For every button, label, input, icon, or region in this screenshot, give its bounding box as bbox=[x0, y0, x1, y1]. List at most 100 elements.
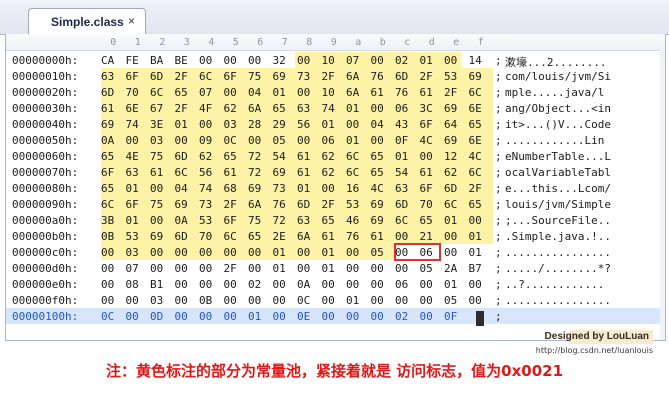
hex-byte[interactable]: 00 bbox=[371, 310, 396, 323]
hex-byte[interactable]: 6C bbox=[395, 214, 420, 227]
hex-byte[interactable]: 01 bbox=[444, 278, 469, 291]
close-icon[interactable]: × bbox=[128, 14, 135, 28]
hex-byte[interactable]: 28 bbox=[248, 118, 273, 131]
hex-byte[interactable]: 06 bbox=[420, 246, 445, 259]
hex-byte[interactable]: 2F bbox=[420, 70, 445, 83]
hex-editor[interactable]: 0123456789abcdef 00000000h: CA FE BA BE 00 00 0… bbox=[5, 34, 666, 355]
hex-byte[interactable]: 76 bbox=[371, 70, 396, 83]
hex-byte[interactable]: 00 bbox=[248, 294, 273, 307]
hex-byte[interactable]: 65 bbox=[175, 86, 200, 99]
hex-byte[interactable]: 6C bbox=[101, 198, 126, 211]
hex-byte[interactable]: 00 bbox=[371, 294, 396, 307]
hex-byte[interactable]: 00 bbox=[420, 278, 445, 291]
hex-byte[interactable]: 69 bbox=[273, 70, 298, 83]
hex-byte[interactable]: 61 bbox=[297, 166, 322, 179]
hex-byte[interactable]: 61 bbox=[150, 166, 175, 179]
hex-byte[interactable]: 00 bbox=[175, 278, 200, 291]
hex-byte[interactable]: 10 bbox=[322, 86, 347, 99]
hex-byte[interactable]: 00 bbox=[199, 118, 224, 131]
hex-byte[interactable]: 65 bbox=[469, 118, 494, 131]
hex-byte[interactable]: B1 bbox=[150, 278, 175, 291]
hex-byte[interactable]: 00 bbox=[346, 246, 371, 259]
hex-byte[interactable]: 00 bbox=[273, 310, 298, 323]
hex-byte[interactable]: 00 bbox=[224, 246, 249, 259]
hex-byte[interactable]: 65 bbox=[101, 182, 126, 195]
hex-byte[interactable]: 00 bbox=[395, 294, 420, 307]
hex-byte[interactable]: 61 bbox=[297, 150, 322, 163]
hex-byte[interactable]: 67 bbox=[150, 102, 175, 115]
tab-simple-class[interactable]: Simple.class × bbox=[28, 8, 146, 35]
hex-byte[interactable]: FE bbox=[126, 54, 151, 67]
hex-byte[interactable]: 0E bbox=[297, 310, 322, 323]
hex-byte[interactable]: 69 bbox=[371, 198, 396, 211]
hex-byte[interactable]: 00 bbox=[371, 54, 396, 67]
hex-byte[interactable]: 75 bbox=[248, 214, 273, 227]
hex-byte[interactable]: 69 bbox=[150, 230, 175, 243]
hex-byte[interactable]: 00 bbox=[297, 134, 322, 147]
hex-byte[interactable]: 01 bbox=[273, 246, 298, 259]
hex-byte[interactable]: 00 bbox=[371, 102, 396, 115]
hex-byte[interactable]: 65 bbox=[322, 214, 347, 227]
hex-byte[interactable]: 74 bbox=[199, 182, 224, 195]
hex-byte[interactable]: 76 bbox=[273, 198, 298, 211]
hex-byte[interactable]: 62 bbox=[224, 102, 249, 115]
hex-byte[interactable]: 32 bbox=[273, 54, 298, 67]
hex-byte[interactable]: 54 bbox=[395, 166, 420, 179]
hex-byte[interactable]: 6F bbox=[126, 70, 151, 83]
hex-byte[interactable]: 00 bbox=[126, 294, 151, 307]
hex-byte[interactable]: 00 bbox=[175, 310, 200, 323]
hex-byte[interactable]: 76 bbox=[346, 230, 371, 243]
hex-byte[interactable]: 63 bbox=[297, 102, 322, 115]
hex-byte[interactable]: 00 bbox=[395, 230, 420, 243]
hex-byte[interactable]: 6C bbox=[346, 166, 371, 179]
hex-byte[interactable]: 61 bbox=[420, 86, 445, 99]
hex-byte[interactable]: 01 bbox=[346, 102, 371, 115]
hex-byte[interactable]: 2E bbox=[273, 230, 298, 243]
hex-byte[interactable]: 29 bbox=[273, 118, 298, 131]
hex-byte[interactable]: 12 bbox=[444, 150, 469, 163]
hex-byte[interactable]: 00 bbox=[126, 310, 151, 323]
hex-row[interactable]: 00000100h: 0C 00 0D 00 00 00 01 00 0E 00 00 00 02 00 0F… bbox=[6, 308, 665, 324]
hex-byte[interactable]: 6C bbox=[346, 150, 371, 163]
hex-byte[interactable]: BA bbox=[150, 54, 175, 67]
hex-byte[interactable]: 00 bbox=[444, 246, 469, 259]
hex-byte[interactable]: 00 bbox=[371, 262, 396, 275]
hex-byte[interactable]: 73 bbox=[297, 70, 322, 83]
hex-byte[interactable]: 6F bbox=[101, 166, 126, 179]
vertical-scrollbar[interactable] bbox=[660, 50, 665, 340]
hex-byte[interactable]: 00 bbox=[199, 310, 224, 323]
hex-byte[interactable]: 01 bbox=[469, 230, 494, 243]
hex-byte[interactable]: BE bbox=[175, 54, 200, 67]
hex-byte[interactable]: 6D bbox=[444, 182, 469, 195]
hex-byte[interactable]: 2F bbox=[224, 262, 249, 275]
hex-byte[interactable]: 0A bbox=[101, 134, 126, 147]
hex-byte[interactable]: 00 bbox=[322, 294, 347, 307]
hex-byte[interactable]: 0F bbox=[395, 134, 420, 147]
hex-byte[interactable]: 00 bbox=[199, 246, 224, 259]
hex-byte[interactable]: 6A bbox=[248, 102, 273, 115]
hex-byte[interactable]: 03 bbox=[150, 294, 175, 307]
hex-byte[interactable]: 05 bbox=[420, 262, 445, 275]
hex-byte[interactable]: 63 bbox=[101, 70, 126, 83]
hex-byte[interactable]: 0B bbox=[101, 230, 126, 243]
hex-byte[interactable]: 0A bbox=[175, 214, 200, 227]
hex-byte[interactable]: 6A bbox=[346, 86, 371, 99]
hex-byte[interactable]: 65 bbox=[273, 102, 298, 115]
hex-byte[interactable]: 69 bbox=[444, 134, 469, 147]
hex-byte[interactable]: 69 bbox=[175, 198, 200, 211]
hex-byte[interactable]: 6D bbox=[395, 198, 420, 211]
hex-byte[interactable]: 01 bbox=[273, 262, 298, 275]
hex-byte[interactable]: 00 bbox=[126, 134, 151, 147]
hex-byte[interactable]: 00 bbox=[371, 278, 396, 291]
hex-byte[interactable]: 00 bbox=[224, 294, 249, 307]
hex-byte[interactable]: 54 bbox=[273, 150, 298, 163]
hex-byte[interactable]: 6C bbox=[469, 166, 494, 179]
hex-byte[interactable]: 00 bbox=[395, 246, 420, 259]
hex-byte[interactable]: 00 bbox=[273, 278, 298, 291]
hex-byte[interactable]: 61 bbox=[101, 102, 126, 115]
hex-byte[interactable]: 01 bbox=[322, 262, 347, 275]
hex-byte[interactable]: 63 bbox=[126, 166, 151, 179]
hex-byte[interactable]: 2F bbox=[175, 102, 200, 115]
hex-byte[interactable]: 00 bbox=[224, 278, 249, 291]
hex-byte[interactable]: 00 bbox=[469, 214, 494, 227]
